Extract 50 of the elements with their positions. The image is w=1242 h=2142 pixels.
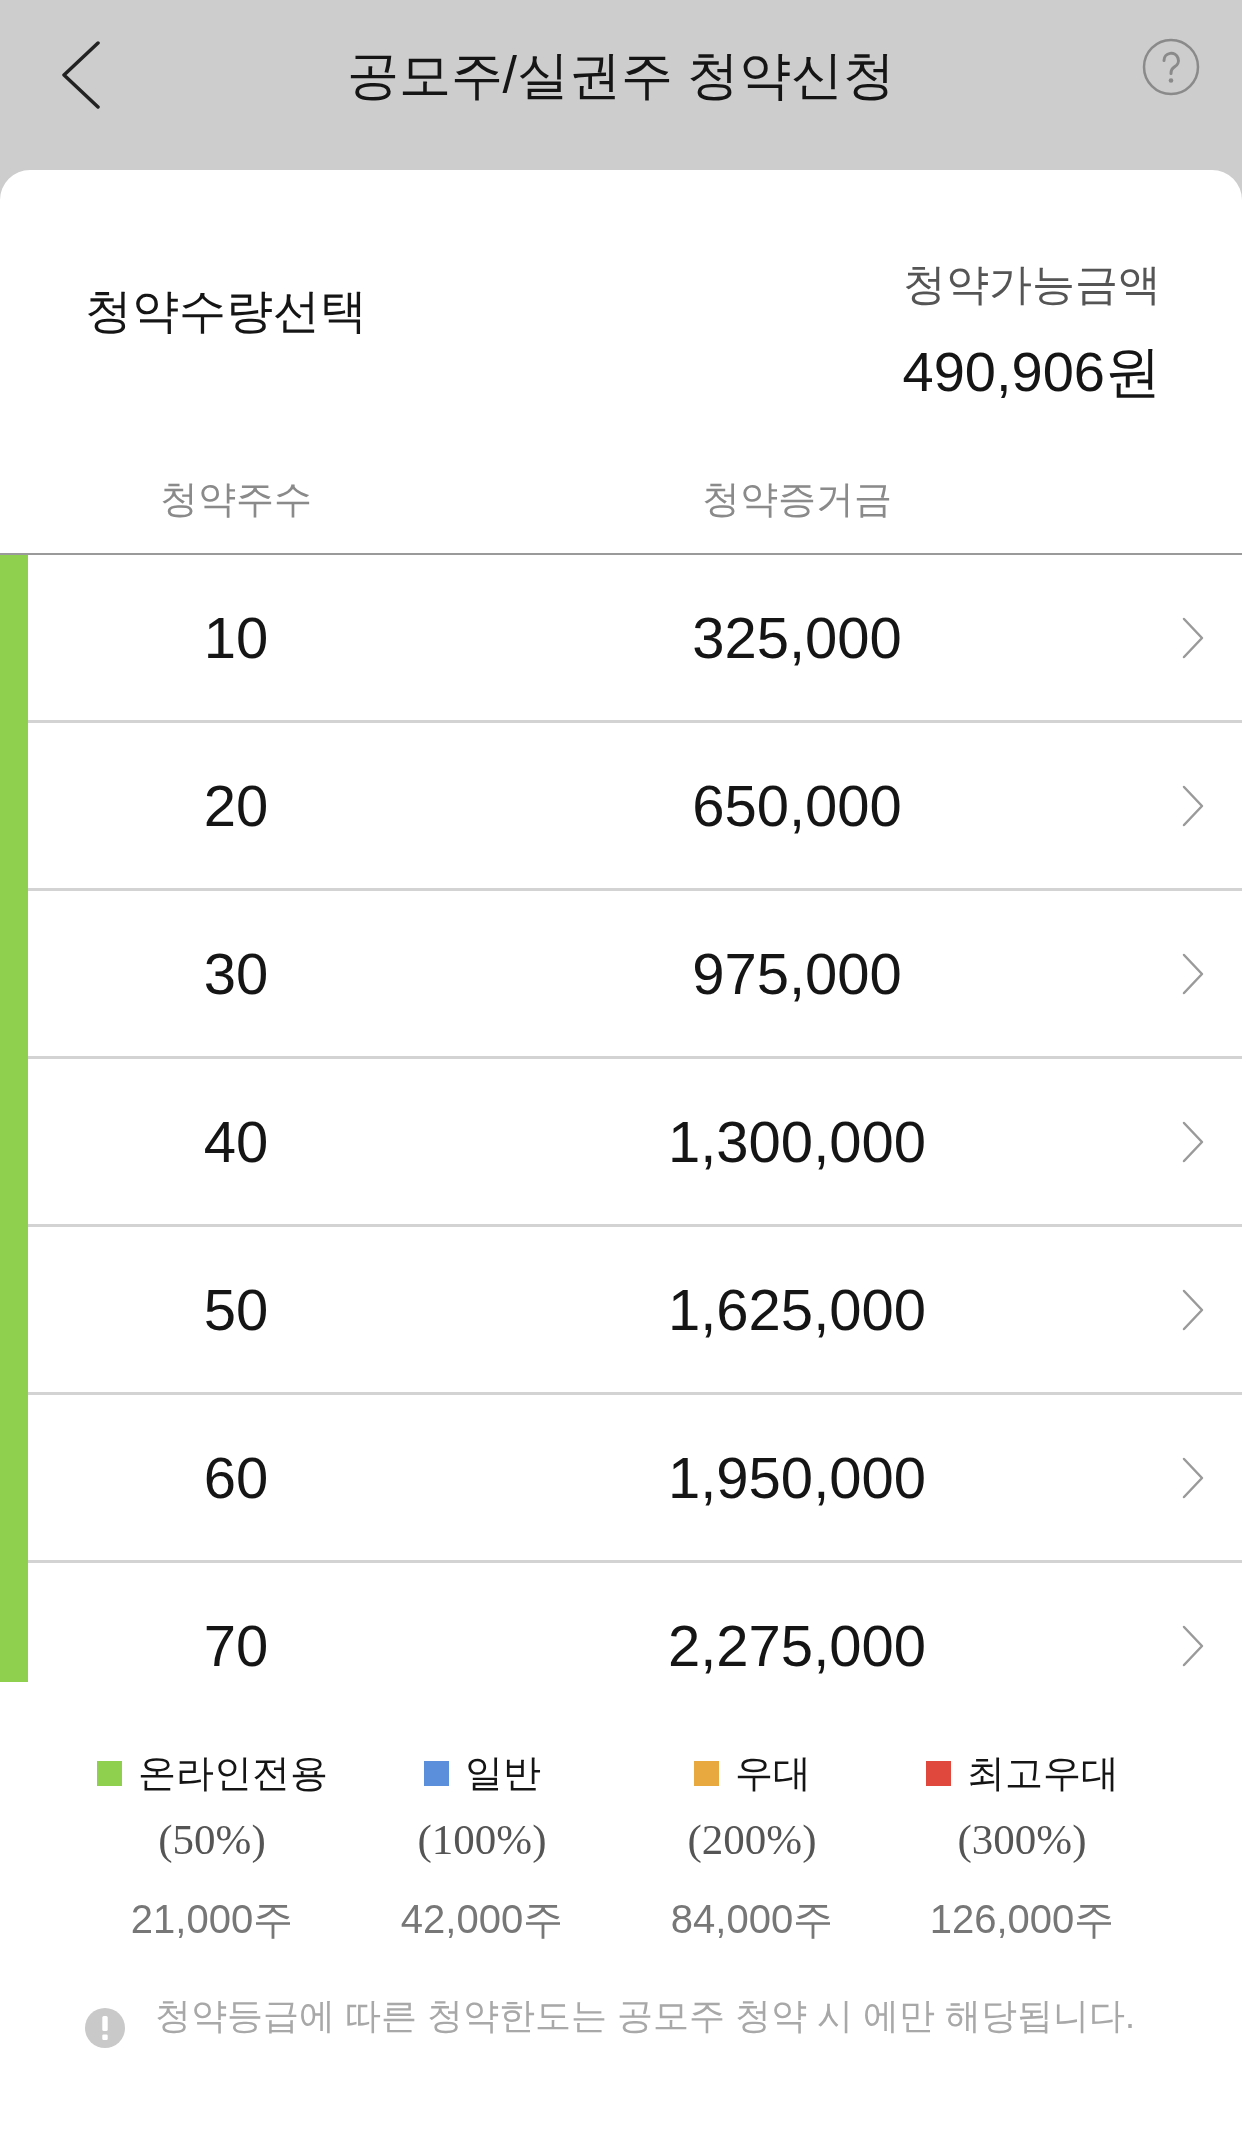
tier-label: 우대 xyxy=(734,1751,811,1796)
deposit-amount: 975,000 xyxy=(692,940,902,1007)
deposit-amount: 2,275,000 xyxy=(668,1612,926,1679)
share-count: 50 xyxy=(203,1276,269,1343)
deposit-amount: 1,300,000 xyxy=(668,1108,926,1175)
share-count: 60 xyxy=(203,1444,269,1511)
exclamation-icon xyxy=(85,2008,125,2048)
deposit-amount: 1,950,000 xyxy=(668,1444,926,1511)
help-icon xyxy=(1142,38,1200,96)
quantity-row[interactable]: 30 975,000 xyxy=(0,891,1242,1059)
chevron-right-icon xyxy=(1182,616,1204,659)
back-chevron-icon xyxy=(60,41,102,109)
section-title: 청약수량선택 xyxy=(85,283,367,339)
chevron-right-icon xyxy=(1182,952,1204,995)
available-amount-label: 청약가능금액 xyxy=(903,259,1161,310)
quantity-row[interactable]: 50 1,625,000 xyxy=(0,1227,1242,1395)
chevron-right-icon xyxy=(1182,1456,1204,1499)
tier-rate: (300%) xyxy=(957,1815,1087,1865)
tier-label: 일반 xyxy=(464,1751,541,1796)
share-count: 70 xyxy=(203,1612,269,1679)
quantity-row[interactable]: 70 2,275,000 xyxy=(0,1563,1242,1682)
deposit-amount: 325,000 xyxy=(692,604,902,671)
deposit-amount: 650,000 xyxy=(692,772,902,839)
share-count: 20 xyxy=(203,772,269,839)
share-count: 30 xyxy=(203,940,269,1007)
quantity-row[interactable]: 40 1,300,000 xyxy=(0,1059,1242,1227)
deposit-amount: 1,625,000 xyxy=(668,1276,926,1343)
chevron-right-icon xyxy=(1182,1288,1204,1331)
chevron-right-icon xyxy=(1182,1624,1204,1667)
quantity-row[interactable]: 10 325,000 xyxy=(0,555,1242,723)
notice-text: 청약등급에 따른 청약한도는 공모주 청약 시 에만 해당됩니다. xyxy=(155,1994,1135,2038)
share-count: 10 xyxy=(203,604,269,671)
page-title: 공모주/실권주 청약신청 xyxy=(345,45,897,106)
tier-rate: (50%) xyxy=(158,1815,266,1865)
chevron-right-icon xyxy=(1182,1120,1204,1163)
quantity-row[interactable]: 20 650,000 xyxy=(0,723,1242,891)
shares-column-header: 청약주수 xyxy=(160,477,312,522)
tier-limit: 21,000주 xyxy=(130,1896,294,1943)
quantity-row[interactable]: 60 1,950,000 xyxy=(0,1395,1242,1563)
tier-rate: (100%) xyxy=(417,1815,547,1865)
tier-limit: 84,000주 xyxy=(670,1896,834,1943)
deposit-column-header: 청약증거금 xyxy=(702,477,892,522)
tier-rate: (200%) xyxy=(687,1815,817,1865)
tier-limit: 42,000주 xyxy=(400,1896,564,1943)
chevron-right-icon xyxy=(1182,784,1204,827)
available-amount: 490,906원 xyxy=(902,339,1161,405)
tier-label: 최고우대 xyxy=(966,1751,1119,1796)
tier-limit: 126,000주 xyxy=(929,1896,1115,1943)
tier-label: 온라인전용 xyxy=(137,1751,328,1796)
share-count: 40 xyxy=(203,1108,269,1175)
